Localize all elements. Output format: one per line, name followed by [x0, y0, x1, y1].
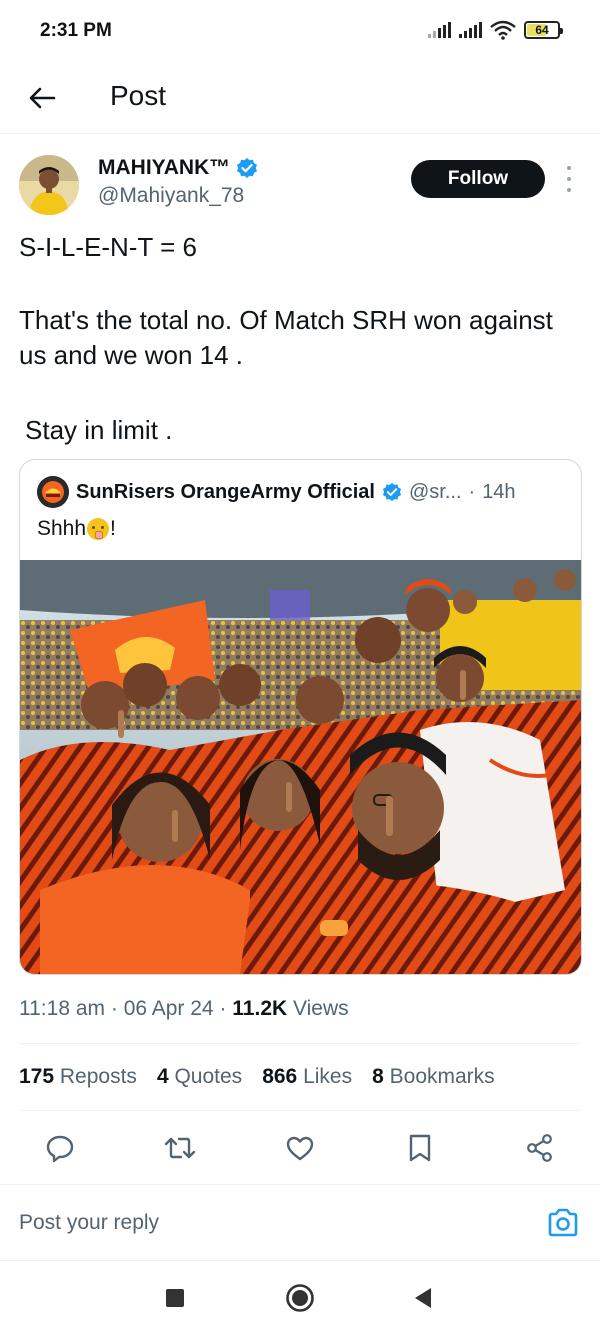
follow-button[interactable]: Follow	[411, 160, 545, 198]
stat-quotes[interactable]: 4 Quotes	[157, 1065, 242, 1089]
signal-icon	[428, 22, 451, 38]
author-handle[interactable]: @Mahiyank_78	[98, 184, 244, 208]
reply-icon	[46, 1135, 74, 1163]
quoted-post-card[interactable]: SunRisers OrangeArmy Official @sr... · 1…	[19, 459, 582, 975]
battery-level: 64	[535, 23, 549, 37]
reply-bar	[0, 1184, 600, 1260]
stadium-selfie-image	[20, 560, 581, 974]
stat-bookmarks[interactable]: 8 Bookmarks	[372, 1065, 495, 1089]
stat-count: 4	[156, 1065, 169, 1088]
verified-badge-icon	[237, 158, 258, 178]
quoted-post-photo[interactable]	[20, 560, 581, 974]
status-icons: 64	[428, 20, 563, 40]
meta-separator: ·	[219, 997, 227, 1020]
quoted-text-end: !	[110, 517, 116, 540]
reply-button[interactable]	[40, 1128, 80, 1168]
status-time: 2:31 PM	[40, 20, 112, 41]
bookmark-icon	[409, 1134, 431, 1162]
back-button[interactable]	[22, 78, 62, 118]
stat-likes[interactable]: 866 Likes	[262, 1065, 352, 1089]
stat-count: 175	[19, 1065, 55, 1088]
quoted-text-start: Shhh	[37, 517, 87, 540]
stat-count: 866	[262, 1065, 298, 1088]
verified-badge-icon	[382, 482, 402, 502]
stat-label: Bookmarks	[389, 1065, 495, 1088]
home-button[interactable]	[285, 1283, 315, 1313]
quoted-post-header: SunRisers OrangeArmy Official @sr... · 1…	[37, 476, 516, 508]
battery-icon: 64	[524, 21, 563, 39]
divider	[19, 1110, 581, 1111]
stat-reposts[interactable]: 175 Reposts	[19, 1065, 137, 1089]
square-icon	[166, 1289, 184, 1307]
reply-input[interactable]	[19, 1211, 499, 1235]
quoted-post-text: Shhh !	[37, 517, 116, 541]
share-icon	[527, 1134, 552, 1162]
wifi-icon	[490, 20, 516, 40]
action-bar	[0, 1128, 600, 1168]
post-text-line-1: S-I-L-E-N-T = 6	[19, 232, 197, 262]
bookmark-button[interactable]	[400, 1128, 440, 1168]
stat-label: Quotes	[174, 1065, 243, 1088]
repost-button[interactable]	[160, 1128, 200, 1168]
author-name-row: MAHIYANK™	[98, 156, 258, 180]
recents-button[interactable]	[160, 1283, 190, 1313]
stat-label: Reposts	[59, 1065, 137, 1088]
views-label: Views	[293, 997, 349, 1020]
signal-icon-2	[459, 22, 482, 38]
system-nav-bar	[0, 1260, 600, 1333]
srh-logo-icon	[37, 476, 69, 508]
post-time: 11:18 am	[19, 997, 105, 1020]
meta-separator: ·	[110, 997, 118, 1020]
status-bar: 2:31 PM 64	[0, 0, 600, 64]
divider	[19, 1043, 581, 1044]
author-name[interactable]: MAHIYANK™	[98, 156, 230, 180]
circle-icon	[286, 1284, 314, 1312]
camera-button[interactable]	[546, 1206, 580, 1240]
back-nav-button[interactable]	[408, 1283, 438, 1313]
views-count: 11.2K	[232, 997, 288, 1020]
post-date: 06 Apr 24	[123, 997, 214, 1020]
page-title: Post	[110, 80, 167, 111]
quoted-author-handle: @sr...	[408, 480, 462, 503]
post-text-line-2: That's the total no. Of Match SRH won ag…	[19, 305, 553, 370]
like-button[interactable]	[280, 1128, 320, 1168]
shushing-face-emoji-icon	[87, 518, 110, 540]
triangle-back-icon	[415, 1288, 431, 1308]
author-avatar[interactable]	[19, 155, 79, 215]
quoted-author-name: SunRisers OrangeArmy Official	[76, 480, 375, 503]
top-header: Post	[0, 64, 600, 134]
arrow-left-icon	[29, 87, 56, 109]
camera-icon	[548, 1208, 578, 1237]
avatar-image	[19, 155, 79, 215]
quoted-separator: ·	[468, 480, 476, 503]
share-button[interactable]	[520, 1128, 560, 1168]
quoted-author-avatar	[37, 476, 69, 508]
quoted-timestamp: 14h	[482, 480, 516, 503]
repost-icon	[164, 1137, 196, 1159]
post-meta: 11:18 am · 06 Apr 24 · 11.2K Views	[19, 997, 349, 1021]
post-text-line-3: Stay in limit .	[25, 415, 173, 445]
like-icon	[286, 1136, 314, 1161]
more-options-icon[interactable]	[560, 166, 578, 192]
stat-label: Likes	[303, 1065, 353, 1088]
stat-count: 8	[372, 1065, 384, 1088]
engagement-stats: 175 Reposts 4 Quotes 866 Likes 8 Bookmar…	[19, 1065, 515, 1089]
